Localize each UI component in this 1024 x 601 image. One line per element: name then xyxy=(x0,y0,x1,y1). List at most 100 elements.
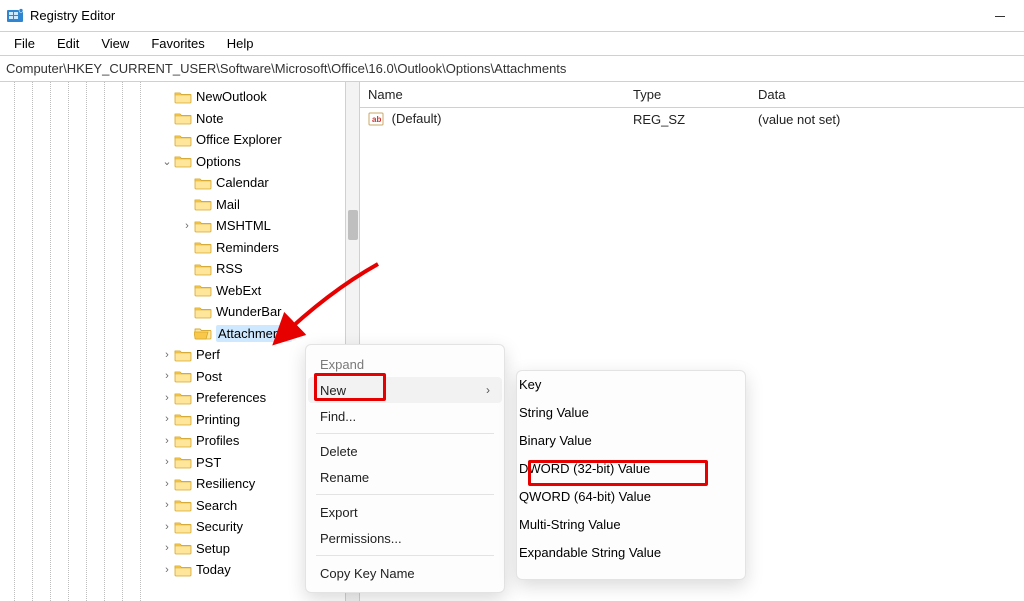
context-menu[interactable]: Expand New› Find... DeleteRename Export Permi… xyxy=(305,344,505,593)
tree-twisty[interactable]: › xyxy=(160,370,174,382)
tree-item-label: Office Explorer xyxy=(196,132,282,147)
tree-item-newoutlook[interactable]: NewOutlook xyxy=(0,86,359,108)
menu-item-label: Export xyxy=(320,505,358,520)
tree-twisty[interactable]: › xyxy=(160,349,174,361)
menu-delete[interactable]: Delete xyxy=(308,438,502,464)
folder-icon xyxy=(174,412,192,426)
tree-twisty[interactable]: › xyxy=(160,435,174,447)
column-type[interactable]: Type xyxy=(625,83,750,106)
menu-separator xyxy=(316,555,494,556)
menu-favorites[interactable]: Favorites xyxy=(141,34,214,53)
tree-item-label: Mail xyxy=(216,197,240,212)
main-split: NewOutlook Note Office Explorer ⌄ Options Cal… xyxy=(0,82,1024,601)
minimize-button[interactable] xyxy=(982,2,1018,30)
tree-twisty[interactable]: › xyxy=(160,564,174,576)
tree-twisty[interactable]: › xyxy=(160,413,174,425)
column-name[interactable]: Name xyxy=(360,83,625,106)
tree-twisty[interactable]: › xyxy=(160,478,174,490)
tree-item-label: Setup xyxy=(196,541,230,556)
tree-item-label: Options xyxy=(196,154,241,169)
submenu-item-label: Expandable String Value xyxy=(519,545,661,560)
list-header: Name Type Data xyxy=(360,82,1024,108)
folder-icon xyxy=(174,154,192,168)
menu-item-label: Copy Key Name xyxy=(320,566,415,581)
submenu-item-label: Key xyxy=(519,377,541,392)
folder-icon xyxy=(194,262,212,276)
tree-item-office-explorer[interactable]: Office Explorer xyxy=(0,129,359,151)
submenu-qword-64-bit-value[interactable]: QWORD (64-bit) Value xyxy=(519,489,743,517)
folder-icon xyxy=(174,498,192,512)
menu-view[interactable]: View xyxy=(91,34,139,53)
folder-icon xyxy=(194,240,212,254)
tree-item-label: Post xyxy=(196,369,222,384)
folder-icon xyxy=(174,455,192,469)
submenu-item-label: Binary Value xyxy=(519,433,592,448)
tree-item-label: PST xyxy=(196,455,221,470)
tree-item-attachments[interactable]: Attachments xyxy=(0,323,359,345)
menu-item-label: Find... xyxy=(320,409,356,424)
tree-twisty[interactable]: › xyxy=(160,542,174,554)
submenu-item-label: String Value xyxy=(519,405,589,420)
tree-item-label: WunderBar xyxy=(216,304,282,319)
menu-copy-key-name[interactable]: Copy Key Name xyxy=(308,560,502,586)
submenu-key[interactable]: Key xyxy=(519,377,743,405)
tree-item-label: NewOutlook xyxy=(196,89,267,104)
folder-icon xyxy=(174,391,192,405)
folder-icon xyxy=(174,541,192,555)
submenu-expandable-string-value[interactable]: Expandable String Value xyxy=(519,545,743,573)
tree-item-label: Profiles xyxy=(196,433,239,448)
menu-new[interactable]: New› xyxy=(308,377,502,403)
tree-item-webext[interactable]: WebExt xyxy=(0,280,359,302)
tree-item-options[interactable]: ⌄ Options xyxy=(0,151,359,173)
scrollbar-thumb[interactable] xyxy=(348,210,358,240)
tree-item-calendar[interactable]: Calendar xyxy=(0,172,359,194)
folder-icon xyxy=(174,520,192,534)
tree-twisty[interactable]: › xyxy=(160,456,174,468)
string-value-icon: ab xyxy=(368,111,384,127)
tree-twisty[interactable]: › xyxy=(160,392,174,404)
menu-permissions-[interactable]: Permissions... xyxy=(308,525,502,551)
tree-item-label: Today xyxy=(196,562,231,577)
menu-edit[interactable]: Edit xyxy=(47,34,89,53)
menu-expand: Expand xyxy=(308,351,502,377)
menu-help[interactable]: Help xyxy=(217,34,264,53)
menubar: File Edit View Favorites Help xyxy=(0,32,1024,56)
menu-item-label: Permissions... xyxy=(320,531,402,546)
submenu-new[interactable]: Key String Value Binary Value DWORD (32-bit… xyxy=(516,370,746,580)
address-bar[interactable]: Computer\HKEY_CURRENT_USER\Software\Micr… xyxy=(0,56,1024,82)
tree-twisty[interactable]: › xyxy=(180,220,194,232)
cell-data: (value not set) xyxy=(750,110,1024,129)
cell-name-text: (Default) xyxy=(392,111,442,126)
tree-item-wunderbar[interactable]: WunderBar xyxy=(0,301,359,323)
folder-icon xyxy=(194,326,212,340)
tree-item-reminders[interactable]: Reminders xyxy=(0,237,359,259)
cell-type: REG_SZ xyxy=(625,110,750,129)
menu-item-label: Expand xyxy=(320,357,364,372)
submenu-multi-string-value[interactable]: Multi-String Value xyxy=(519,517,743,545)
submenu-item-label: QWORD (64-bit) Value xyxy=(519,489,651,504)
folder-icon xyxy=(174,133,192,147)
tree-item-rss[interactable]: RSS xyxy=(0,258,359,280)
tree-twisty[interactable]: ⌄ xyxy=(160,155,174,168)
menu-export[interactable]: Export xyxy=(308,499,502,525)
tree-item-note[interactable]: Note xyxy=(0,108,359,130)
submenu-string-value[interactable]: String Value xyxy=(519,405,743,433)
folder-icon xyxy=(194,176,212,190)
submenu-binary-value[interactable]: Binary Value xyxy=(519,433,743,461)
list-row[interactable]: ab (Default) REG_SZ (value not set) xyxy=(360,108,1024,130)
tree-item-mail[interactable]: Mail xyxy=(0,194,359,216)
menu-file[interactable]: File xyxy=(4,34,45,53)
svg-text:ab: ab xyxy=(372,115,381,124)
tree-item-mshtml[interactable]: ›MSHTML xyxy=(0,215,359,237)
submenu-item-label: Multi-String Value xyxy=(519,517,621,532)
submenu-dword-32-bit-value[interactable]: DWORD (32-bit) Value xyxy=(519,461,743,489)
column-data[interactable]: Data xyxy=(750,83,1024,106)
tree-item-label: Calendar xyxy=(216,175,269,190)
window-title: Registry Editor xyxy=(30,8,115,23)
menu-find-[interactable]: Find... xyxy=(308,403,502,429)
tree-item-label: Reminders xyxy=(216,240,279,255)
tree-twisty[interactable]: › xyxy=(160,499,174,511)
tree-twisty[interactable]: › xyxy=(160,521,174,533)
folder-icon xyxy=(194,305,212,319)
menu-rename[interactable]: Rename xyxy=(308,464,502,490)
